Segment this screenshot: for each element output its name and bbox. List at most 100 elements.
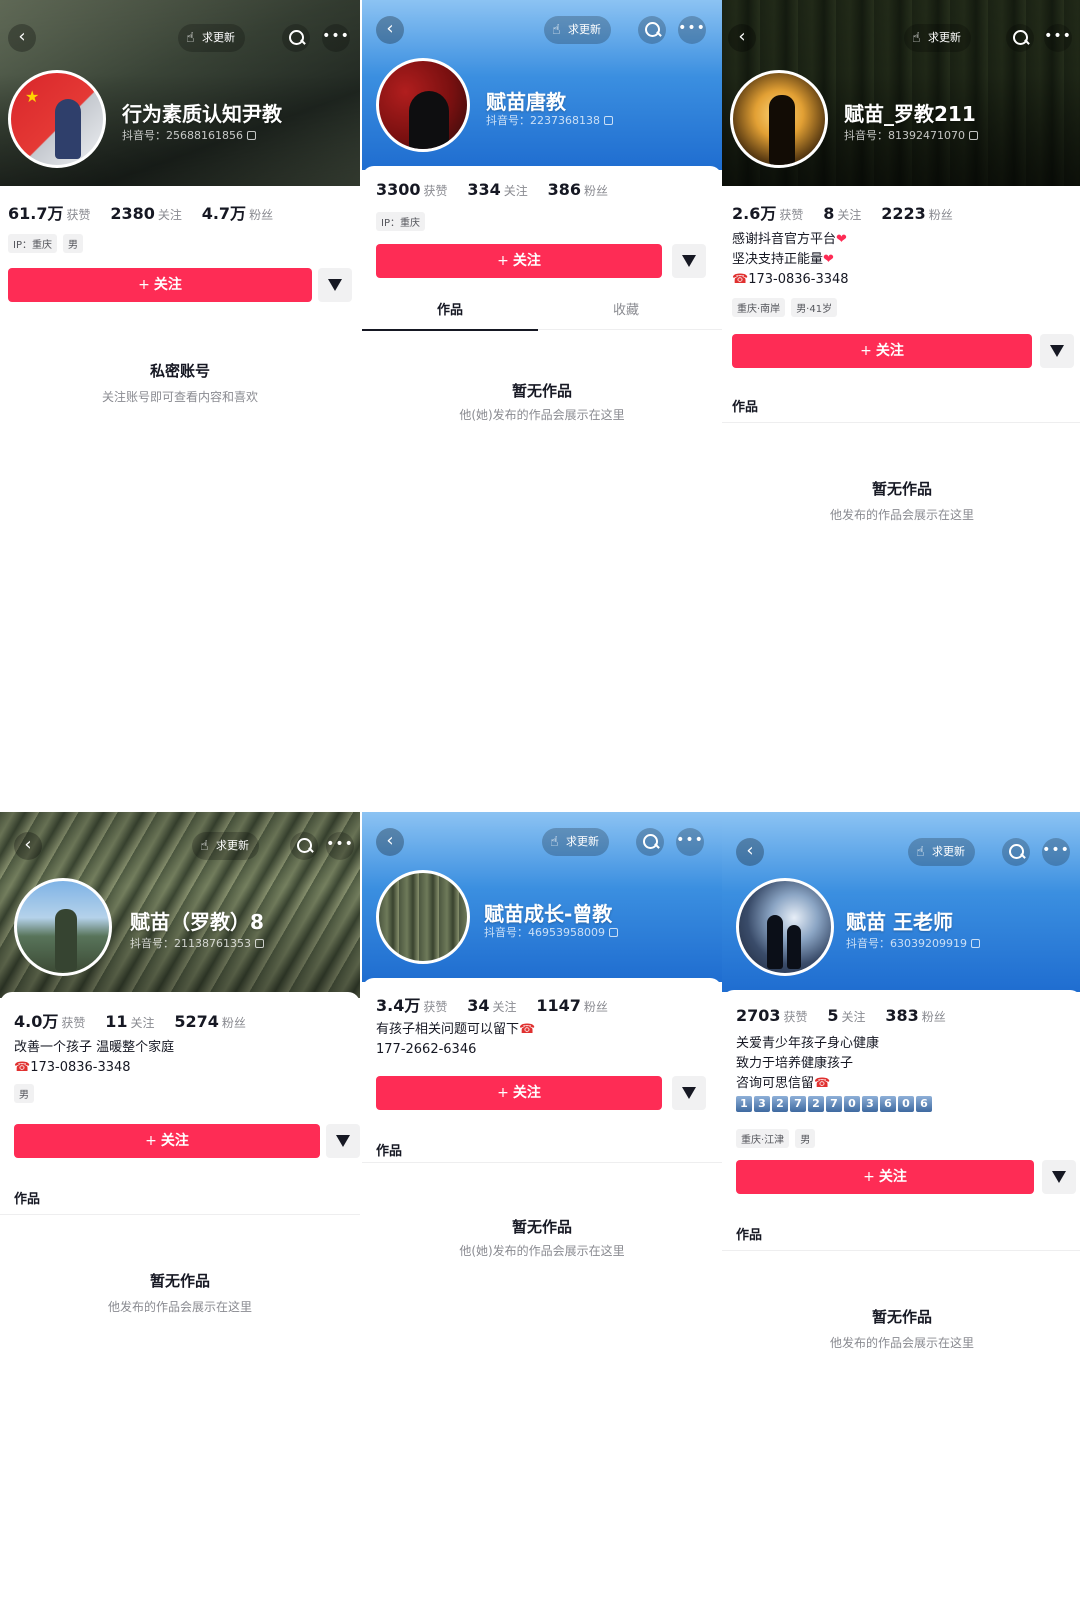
stats-row: 2703 获赞 5 关注 383 粉丝	[736, 1006, 946, 1025]
douyin-id[interactable]: 抖音号：21138761353	[130, 935, 264, 951]
ip-tag: IP：重庆	[376, 212, 425, 231]
works-label[interactable]: 作品	[14, 1188, 40, 1207]
share-icon[interactable]	[326, 1124, 360, 1158]
follow-button[interactable]: + 关注	[376, 1076, 662, 1110]
douyin-id[interactable]: 抖音号：25688161856	[122, 127, 256, 143]
request-update-button[interactable]: ☝ 求更新	[178, 24, 245, 52]
top-bar: ‹ ☝ 求更新 •••	[722, 812, 1080, 872]
stats-row: 61.7万 获赞 2380 关注 4.7万 粉丝	[8, 204, 274, 223]
works-label[interactable]: 作品	[732, 396, 758, 415]
search-icon[interactable]	[636, 828, 664, 856]
empty-works-title: 暂无作品	[511, 1218, 572, 1236]
copy-icon[interactable]	[608, 928, 618, 937]
copy-icon[interactable]	[968, 131, 978, 140]
request-update-button[interactable]: ☝ 求更新	[908, 838, 975, 866]
search-icon[interactable]	[638, 16, 666, 44]
share-icon[interactable]	[672, 1076, 706, 1110]
copy-icon[interactable]	[254, 939, 264, 948]
share-icon[interactable]	[318, 268, 352, 302]
gender-tag: 男	[62, 234, 83, 253]
nickname: 赋苗_罗教211	[844, 102, 976, 126]
profile-tags: IP：重庆	[376, 211, 431, 231]
profile-bio: 改善一个孩子 温暖整个家庭 ☎173-0836-3348	[14, 1040, 175, 1075]
back-icon[interactable]: ‹	[376, 828, 404, 856]
copy-icon[interactable]	[970, 939, 980, 948]
douyin-id[interactable]: 抖音号：63039209919	[846, 935, 980, 951]
works-label[interactable]: 作品	[736, 1224, 762, 1243]
profile-panel-3: ‹ ☝ 求更新 ••• 赋苗_罗教211 抖音号：81392471070 2.6万…	[722, 0, 1080, 810]
follow-button[interactable]: + 关注	[732, 334, 1032, 368]
phone-icon: ☎	[732, 272, 749, 287]
phone-icon: ☎	[14, 1060, 31, 1075]
douyin-id[interactable]: 抖音号：81392471070	[844, 127, 978, 143]
empty-works-subtitle: 他发布的作品会展示在这里	[107, 1300, 252, 1314]
search-icon[interactable]	[1006, 24, 1034, 52]
douyin-id[interactable]: 抖音号：2237368138	[486, 112, 613, 128]
back-icon[interactable]: ‹	[376, 16, 404, 44]
douyin-id[interactable]: 抖音号：46953958009	[484, 924, 618, 940]
search-icon[interactable]	[282, 24, 310, 52]
nickname: 赋苗唐教	[486, 90, 566, 114]
request-update-button[interactable]: ☝ 求更新	[544, 16, 611, 44]
more-icon[interactable]: •••	[326, 832, 354, 860]
follow-button[interactable]: + 关注	[376, 244, 662, 278]
profile-tags: IP：重庆男	[8, 233, 89, 253]
thumb-up-icon: ☝	[186, 30, 195, 46]
empty-works-title: 暂无作品	[149, 1272, 210, 1290]
works-label[interactable]: 作品	[376, 1140, 402, 1159]
heart-icon: ❤	[823, 252, 834, 267]
top-bar: ‹ ☝ 求更新 •••	[722, 0, 1080, 60]
ip-tag: IP：重庆	[8, 234, 57, 253]
follow-button[interactable]: + 关注	[736, 1160, 1034, 1194]
avatar[interactable]	[730, 70, 828, 168]
nickname: 行为素质认知尹教	[122, 102, 282, 126]
more-icon[interactable]: •••	[1044, 24, 1072, 52]
more-icon[interactable]: •••	[678, 16, 706, 44]
share-icon[interactable]	[1042, 1160, 1076, 1194]
stats-row: 2.6万 获赞 8 关注 2223 粉丝	[732, 204, 953, 223]
profile-panel-5: ‹ ☝ 求更新 ••• 赋苗成长-曾教 抖音号：46953958009 3.4万获…	[362, 812, 722, 1620]
more-icon[interactable]: •••	[322, 24, 350, 52]
follow-button[interactable]: + 关注	[8, 268, 312, 302]
share-icon[interactable]	[1040, 334, 1074, 368]
search-icon[interactable]	[290, 832, 318, 860]
back-icon[interactable]: ‹	[736, 838, 764, 866]
nickname: 赋苗成长-曾教	[484, 902, 613, 926]
stats-row: 3.4万 获赞 34 关注 1147 粉丝	[376, 996, 608, 1015]
more-icon[interactable]: •••	[1042, 838, 1070, 866]
avatar[interactable]	[736, 878, 834, 976]
stats-row: 3300 获赞 334 关注 386 粉丝	[376, 180, 609, 199]
copy-icon[interactable]	[246, 131, 256, 140]
search-icon[interactable]	[1002, 838, 1030, 866]
profile-panel-2: ‹ ☝ 求更新 ••• 赋苗唐教 抖音号：2237368138 3300 获赞 33…	[362, 0, 722, 810]
request-update-button[interactable]: ☝ 求更新	[542, 828, 609, 856]
thumb-up-icon: ☝	[916, 844, 925, 860]
request-update-button[interactable]: ☝ 求更新	[904, 24, 971, 52]
more-icon[interactable]: •••	[676, 828, 704, 856]
empty-works-subtitle: 他发布的作品会展示在这里	[829, 508, 974, 522]
top-bar: ‹ ☝ 求更新 •••	[362, 0, 722, 60]
phone-icon: ☎	[519, 1022, 536, 1037]
location-tag: 重庆·南岸	[732, 298, 786, 317]
profile-bio: 关爱青少年孩子身心健康 致力于培养健康孩子 咨询可思信留☎ 1327270360…	[736, 1034, 934, 1114]
avatar[interactable]	[376, 870, 470, 964]
back-icon[interactable]: ‹	[728, 24, 756, 52]
top-bar: ‹ ☝ 求更新 •••	[0, 812, 360, 872]
back-icon[interactable]: ‹	[14, 832, 42, 860]
divider	[722, 422, 1080, 423]
divider	[362, 1162, 722, 1163]
avatar[interactable]: ★	[8, 70, 106, 168]
profile-tags: 重庆·江津男	[736, 1128, 821, 1148]
tab-works[interactable]: 作品	[362, 294, 538, 331]
tab-favorites[interactable]: 收藏	[538, 294, 714, 330]
request-update-button[interactable]: ☝ 求更新	[192, 832, 259, 860]
back-icon[interactable]: ‹	[8, 24, 36, 52]
follow-button[interactable]: + 关注	[14, 1124, 320, 1158]
copy-icon[interactable]	[604, 116, 613, 125]
empty-works-title: 暂无作品	[511, 382, 572, 400]
avatar[interactable]	[376, 58, 470, 152]
stats-row: 4.0万 获赞 11 关注 5274 粉丝	[14, 1012, 246, 1031]
share-icon[interactable]	[672, 244, 706, 278]
heart-icon: ❤	[836, 232, 847, 247]
avatar[interactable]	[14, 878, 112, 976]
